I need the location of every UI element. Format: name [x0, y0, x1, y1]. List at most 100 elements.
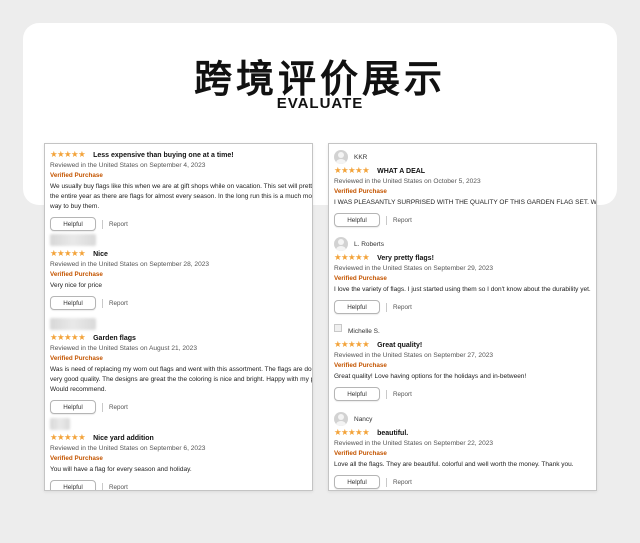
helpful-button[interactable]: Helpful [50, 400, 96, 414]
review-body-line: Was is need of replacing my worn out fla… [50, 366, 312, 373]
rating-line: ★★★★★ Nice yard addition [50, 433, 312, 444]
user-avatar-icon [334, 150, 348, 164]
review-body: Love all the flags. They are beautiful. … [334, 460, 596, 470]
reviewer-name[interactable]: KKR [354, 154, 367, 161]
review-date: Reviewed in the United States on Septemb… [50, 162, 206, 169]
blurred-user-avatar [50, 318, 96, 330]
report-link[interactable]: Report [109, 221, 128, 228]
rating-line: ★★★★★ Garden flags [50, 333, 312, 344]
review-body-line: very good quality. The designs are great… [50, 376, 312, 383]
review-date: Reviewed in the United States on Septemb… [50, 261, 210, 268]
review-title[interactable]: Nice yard addition [93, 435, 154, 442]
review-card: ★★★★★ Garden flags Reviewed in the Unite… [50, 316, 312, 414]
left-review-panel: ★★★★★ Less expensive than buying one at … [44, 143, 313, 491]
review-body-line: the entire year as there are flags for a… [50, 193, 312, 200]
verified-badge: Verified Purchase [334, 275, 387, 282]
star-rating-icon: ★★★★★ [334, 253, 370, 264]
rating-line: ★★★★★ Great quality! [334, 340, 596, 351]
review-body-line: Very nice for price [50, 282, 103, 289]
rating-line: ★★★★★ Less expensive than buying one at … [50, 150, 312, 161]
review-card: KKR ★★★★★ WHAT A DEAL Reviewed in the Un… [334, 149, 596, 227]
review-actions: Helpful Report [50, 296, 312, 310]
verified-badge: Verified Purchase [334, 362, 387, 369]
review-date: Reviewed in the United States on August … [50, 345, 197, 352]
review-actions: Helpful Report [50, 480, 312, 491]
reviewer-name[interactable]: Nancy [354, 416, 372, 423]
star-rating-icon: ★★★★★ [334, 340, 370, 351]
report-link[interactable]: Report [393, 391, 412, 398]
report-link[interactable]: Report [393, 304, 412, 311]
divider [102, 482, 103, 490]
divider [386, 389, 387, 399]
reviewer: L. Roberts [334, 236, 596, 252]
blurred-user-avatar [50, 418, 70, 430]
star-rating-icon: ★★★★★ [334, 166, 370, 177]
reviewer-name[interactable]: L. Roberts [354, 241, 384, 248]
broken-image-icon [334, 324, 342, 332]
star-rating-icon: ★★★★★ [50, 333, 86, 344]
review-body-line: You will have a flag for every season an… [50, 466, 192, 473]
reviewer: KKR [334, 149, 596, 165]
verified-badge: Verified Purchase [50, 172, 103, 179]
divider [386, 215, 387, 225]
review-title[interactable]: Nice [93, 251, 108, 258]
verified-badge: Verified Purchase [334, 188, 387, 195]
review-date: Reviewed in the United States on October… [334, 178, 481, 185]
divider [102, 298, 103, 308]
review-actions: Helpful Report [334, 387, 596, 401]
helpful-button[interactable]: Helpful [50, 296, 96, 310]
star-rating-icon: ★★★★★ [334, 428, 370, 439]
rating-line: ★★★★★ Nice [50, 249, 312, 260]
reviewer [50, 232, 312, 248]
helpful-button[interactable]: Helpful [50, 217, 96, 231]
review-title[interactable]: beautiful. [377, 430, 408, 437]
review-body: We usually buy flags like this when we a… [50, 182, 312, 212]
review-date: Reviewed in the United States on Septemb… [50, 445, 206, 452]
review-actions: Helpful Report [334, 300, 596, 314]
review-card: Michelle S. ★★★★★ Great quality! Reviewe… [334, 323, 596, 401]
review-body-line: I love the variety of flags. I just star… [334, 286, 591, 293]
user-avatar-icon [334, 412, 348, 426]
report-link[interactable]: Report [109, 300, 128, 307]
review-body: I love the variety of flags. I just star… [334, 285, 596, 295]
review-title[interactable]: Great quality! [377, 342, 422, 349]
rating-line: ★★★★★ WHAT A DEAL [334, 166, 596, 177]
review-actions: Helpful Report [334, 475, 596, 489]
verified-badge: Verified Purchase [334, 450, 387, 457]
reviewer-name[interactable]: Michelle S. [348, 328, 380, 335]
divider [102, 402, 103, 412]
helpful-button[interactable]: Helpful [50, 480, 96, 490]
review-body-line: Would recommend. [50, 386, 107, 393]
verified-badge: Verified Purchase [50, 355, 103, 362]
report-link[interactable]: Report [109, 484, 128, 491]
review-body-line: I WAS PLEASANTLY SURPRISED WITH THE QUAL… [334, 199, 596, 206]
helpful-button[interactable]: Helpful [334, 300, 380, 314]
review-actions: Helpful Report [50, 400, 312, 414]
review-title[interactable]: WHAT A DEAL [377, 168, 425, 175]
review-card: L. Roberts ★★★★★ Very pretty flags! Revi… [334, 236, 596, 314]
review-body: Very nice for price [50, 281, 312, 291]
review-title[interactable]: Less expensive than buying one at a time… [93, 152, 233, 159]
report-link[interactable]: Report [393, 217, 412, 224]
helpful-button[interactable]: Helpful [334, 213, 380, 227]
reviewer: Nancy [334, 411, 596, 427]
review-card: ★★★★★ Nice Reviewed in the United States… [50, 232, 312, 310]
review-title[interactable]: Garden flags [93, 335, 136, 342]
reviewer [50, 316, 312, 332]
review-actions: Helpful Report [50, 217, 312, 231]
review-date: Reviewed in the United States on Septemb… [334, 352, 494, 359]
verified-badge: Verified Purchase [50, 271, 103, 278]
helpful-button[interactable]: Helpful [334, 475, 380, 489]
review-date: Reviewed in the United States on Septemb… [334, 440, 494, 447]
report-link[interactable]: Report [393, 479, 412, 486]
verified-badge: Verified Purchase [50, 455, 103, 462]
review-body-line: way to buy them. [50, 203, 100, 210]
review-body: Was is need of replacing my worn out fla… [50, 365, 312, 395]
divider [386, 477, 387, 487]
star-rating-icon: ★★★★★ [50, 249, 86, 260]
review-body-line: We usually buy flags like this when we a… [50, 183, 312, 190]
review-body-line: Love all the flags. They are beautiful. … [334, 461, 574, 468]
review-title[interactable]: Very pretty flags! [377, 255, 434, 262]
helpful-button[interactable]: Helpful [334, 387, 380, 401]
report-link[interactable]: Report [109, 404, 128, 411]
